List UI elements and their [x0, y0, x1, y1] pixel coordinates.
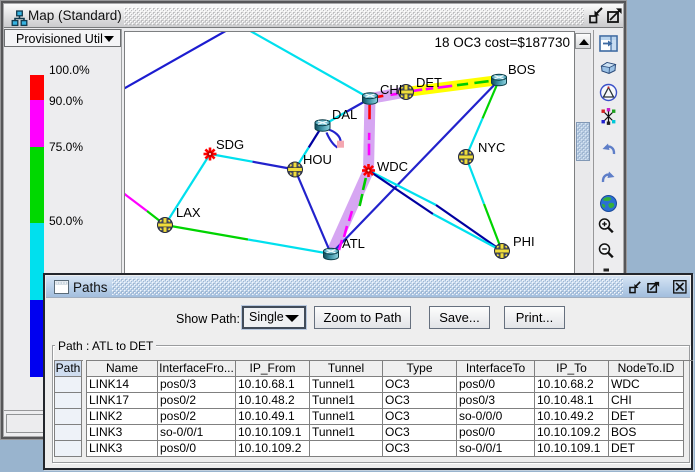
svg-text:PHI: PHI — [513, 234, 535, 249]
svg-text:LAX: LAX — [176, 205, 201, 220]
svg-text:CHI: CHI — [380, 82, 402, 97]
svg-text:NYC: NYC — [478, 140, 505, 155]
svg-text:DAL: DAL — [332, 107, 357, 122]
svg-text:HOU: HOU — [303, 152, 332, 167]
svg-text:SDG: SDG — [216, 137, 244, 152]
svg-text:18 OC3 cost=$187730: 18 OC3 cost=$187730 — [435, 35, 570, 50]
svg-text:BOS: BOS — [508, 62, 536, 77]
svg-text:WDC: WDC — [377, 159, 408, 174]
svg-text:DET: DET — [416, 75, 442, 90]
svg-text:ATL: ATL — [342, 236, 365, 251]
